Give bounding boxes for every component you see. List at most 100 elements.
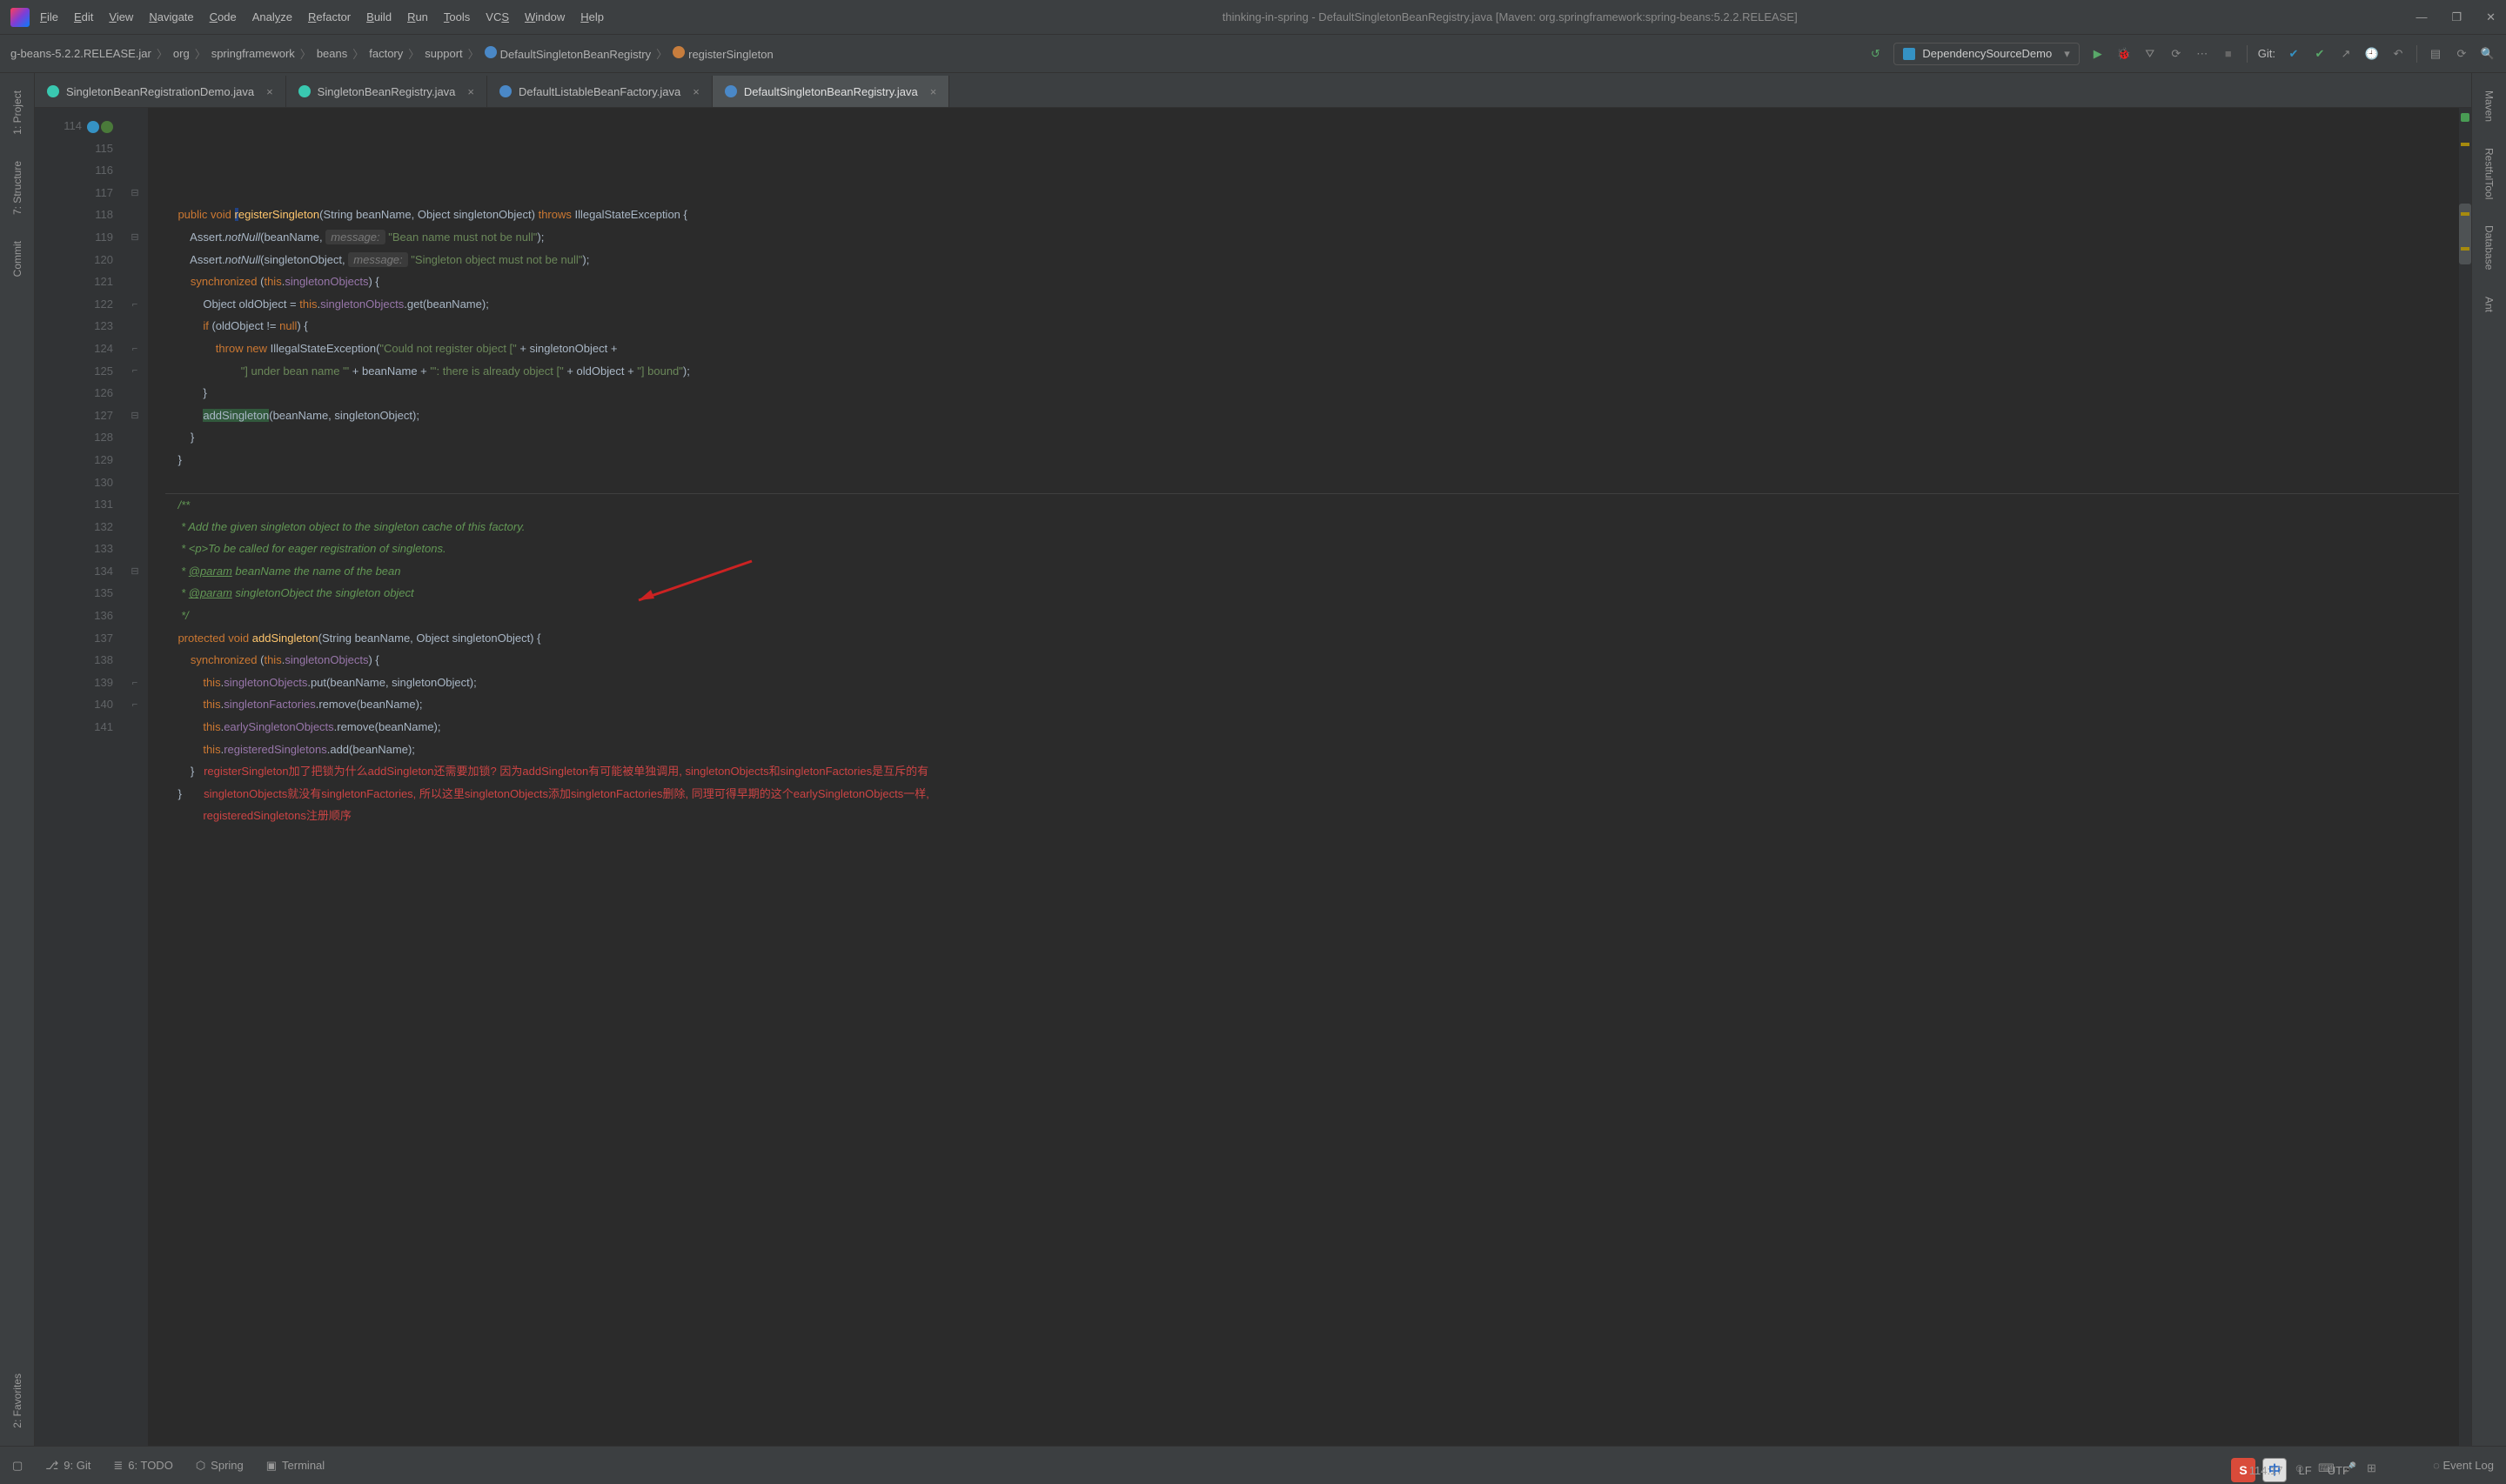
breadcrumb-item[interactable]: springframework (211, 47, 295, 60)
code-line[interactable]: if (oldObject != null) { (165, 315, 2471, 338)
warning-marker-icon[interactable] (2461, 247, 2469, 251)
line-number[interactable]: 123 (35, 315, 113, 338)
fold-marker[interactable]: ⊟ (122, 226, 148, 249)
code-line[interactable]: } singletonObjects就没有singletonFactories,… (165, 783, 2471, 806)
status-info[interactable]: LF (2299, 1464, 2312, 1477)
line-number[interactable]: 138 (35, 649, 113, 672)
line-number[interactable]: 129 (35, 449, 113, 471)
status-tool-spring[interactable]: ⬡ Spring (196, 1459, 244, 1473)
menu-view[interactable]: View (109, 10, 133, 23)
fold-marker[interactable] (122, 204, 148, 226)
code-line[interactable]: protected void addSingleton(String beanN… (165, 627, 2471, 650)
tool-window-project[interactable]: 1: Project (11, 90, 23, 135)
minimize-icon[interactable]: — (2416, 10, 2427, 24)
close-icon[interactable]: ✕ (2486, 10, 2496, 24)
status-info[interactable]: UTF (2328, 1464, 2349, 1477)
menu-window[interactable]: Window (525, 10, 565, 23)
breadcrumb-item[interactable]: beans (317, 47, 347, 60)
fold-marker[interactable]: ⊟ (122, 404, 148, 427)
close-tab-icon[interactable]: × (693, 85, 700, 98)
status-tool-todo[interactable]: ≣ 6: TODO (113, 1459, 172, 1473)
code-area[interactable]: public void registerSingleton(String bea… (148, 108, 2471, 1446)
menu-navigate[interactable]: Navigate (149, 10, 193, 23)
fold-marker[interactable] (122, 493, 148, 516)
line-number[interactable]: 120 (35, 249, 113, 271)
code-line[interactable]: } (165, 449, 2471, 471)
status-tool-git[interactable]: ⎇ 9: Git (45, 1459, 90, 1473)
tool-window-maven[interactable]: Maven (2483, 90, 2496, 122)
menu-code[interactable]: Code (210, 10, 237, 23)
line-number[interactable]: 135 (35, 582, 113, 605)
menu-file[interactable]: File (40, 10, 58, 23)
close-tab-icon[interactable]: × (467, 85, 474, 98)
git-rollback-icon[interactable]: ↶ (2390, 46, 2406, 62)
git-push-icon[interactable]: ↗ (2338, 46, 2354, 62)
menu-tools[interactable]: Tools (444, 10, 470, 23)
fold-marker[interactable] (122, 627, 148, 650)
run-config-select[interactable]: DependencySourceDemo (1893, 43, 2079, 65)
line-number[interactable]: 140 (35, 693, 113, 716)
fold-marker[interactable] (122, 426, 148, 449)
code-line[interactable]: "] under bean name '" + beanName + "': t… (165, 360, 2471, 383)
fold-marker[interactable]: ⌐ (122, 693, 148, 716)
status-tool-terminal[interactable]: ▣ Terminal (266, 1459, 325, 1473)
ime-more-icon[interactable]: ⊞ (2367, 1461, 2384, 1479)
menu-help[interactable]: Help (580, 10, 604, 23)
menu-edit[interactable]: Edit (74, 10, 93, 23)
tool-window-structure[interactable]: 7: Structure (11, 161, 23, 215)
breadcrumb-item[interactable]: factory (369, 47, 403, 60)
maximize-icon[interactable]: ❐ (2451, 10, 2462, 24)
code-line[interactable]: Assert.notNull(singletonObject, message:… (165, 249, 2471, 271)
code-line[interactable]: Assert.notNull(beanName, message: "Bean … (165, 226, 2471, 249)
line-number[interactable]: 114 (35, 115, 113, 137)
git-history-icon[interactable]: 🕘 (2364, 46, 2380, 62)
line-number[interactable]: 126 (35, 382, 113, 404)
line-number[interactable]: 132 (35, 516, 113, 538)
override-down-icon[interactable] (101, 121, 113, 133)
search-icon[interactable]: 🔍 (2480, 46, 2496, 62)
code-line[interactable]: } (165, 382, 2471, 404)
fold-marker[interactable] (122, 516, 148, 538)
fold-marker[interactable]: ⊟ (122, 560, 148, 583)
status-info[interactable]: 114:17 (2249, 1464, 2283, 1477)
code-line[interactable]: this.earlySingletonObjects.remove(beanNa… (165, 716, 2471, 739)
code-line[interactable]: * Add the given singleton object to the … (165, 516, 2471, 538)
editor-tab[interactable]: SingletonBeanRegistry.java× (286, 76, 487, 107)
code-line[interactable]: } registerSingleton加了把锁为什么addSingleton还需… (165, 760, 2471, 783)
code-line[interactable]: /** (165, 493, 2471, 516)
line-number[interactable]: 141 (35, 716, 113, 739)
breadcrumb-item[interactable]: org (173, 47, 190, 60)
code-line[interactable]: } (165, 426, 2471, 449)
fold-marker[interactable] (122, 137, 148, 160)
scroll-marker-strip[interactable] (2459, 108, 2471, 1446)
close-tab-icon[interactable]: × (930, 85, 937, 98)
fold-marker[interactable] (122, 605, 148, 627)
code-line[interactable]: * @param singletonObject the singleton o… (165, 582, 2471, 605)
code-line[interactable]: this.singletonFactories.remove(beanName)… (165, 693, 2471, 716)
attach-icon[interactable]: ⋯ (2194, 46, 2210, 62)
breadcrumb-item[interactable]: DefaultSingletonBeanRegistry (485, 46, 651, 61)
fold-marker[interactable] (122, 582, 148, 605)
tool-window-database[interactable]: Database (2483, 225, 2496, 270)
line-number[interactable]: 137 (35, 627, 113, 650)
code-line[interactable] (165, 471, 2471, 494)
trash-icon[interactable]: ▤ (2428, 46, 2443, 62)
line-number[interactable]: 133 (35, 538, 113, 560)
fold-marker[interactable] (122, 115, 148, 137)
line-number[interactable]: 122 (35, 293, 113, 316)
fold-marker[interactable]: ⌐ (122, 360, 148, 383)
tool-window-favorites[interactable]: 2: Favorites (11, 1374, 23, 1428)
line-number[interactable]: 130 (35, 471, 113, 494)
code-line[interactable]: * <p>To be called for eager registration… (165, 538, 2471, 560)
line-number[interactable]: 139 (35, 672, 113, 694)
line-number[interactable]: 134 (35, 560, 113, 583)
code-line[interactable]: */ (165, 605, 2471, 627)
menu-analyze[interactable]: Analyze (252, 10, 292, 23)
code-line[interactable]: this.singletonObjects.put(beanName, sing… (165, 672, 2471, 694)
editor-tab[interactable]: SingletonBeanRegistrationDemo.java× (35, 76, 286, 107)
menu-build[interactable]: Build (366, 10, 392, 23)
fold-marker[interactable] (122, 271, 148, 293)
git-commit-icon[interactable]: ✔ (2312, 46, 2328, 62)
code-line[interactable]: this.registeredSingletons.add(beanName); (165, 739, 2471, 761)
tool-window-restfultool[interactable]: RestfulTool (2483, 148, 2496, 199)
